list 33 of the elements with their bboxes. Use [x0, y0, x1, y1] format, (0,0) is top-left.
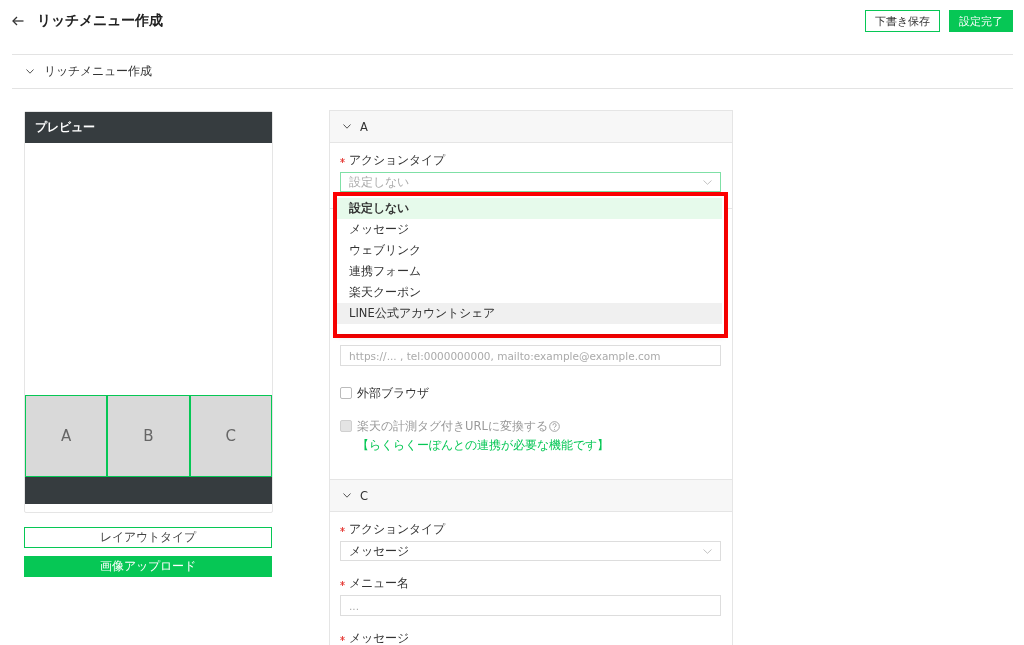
select-field[interactable]: メッセージ [340, 541, 721, 561]
text-field[interactable]: ... [340, 595, 721, 616]
dropdown-option[interactable]: LINE公式アカウントシェア [337, 303, 722, 324]
checkbox-label: 楽天の計測タグ付きURLに変換する [357, 418, 548, 434]
field-label: メニュー名 [349, 575, 409, 591]
chevron-down-icon[interactable] [343, 124, 351, 129]
dropdown-option[interactable]: 連携フォーム [337, 261, 722, 282]
chevron-down-icon [703, 548, 712, 554]
menu-area-tile[interactable]: B [107, 395, 190, 477]
field-label: アクションタイプ [349, 521, 445, 537]
chevron-down-icon[interactable] [343, 493, 351, 498]
dropdown-option[interactable]: メッセージ [337, 219, 722, 240]
field-label: メッセージ [349, 630, 409, 645]
layout-button[interactable]: レイアウトタイプ [24, 527, 272, 548]
dropdown-option[interactable]: ウェブリンク [337, 240, 722, 261]
chevron-down-icon [703, 179, 712, 185]
preview-title: プレビュー [35, 120, 95, 135]
save-draft-button[interactable]: 下書き保存 [865, 10, 940, 32]
checkbox[interactable] [340, 387, 352, 399]
section-header[interactable]: A [330, 111, 732, 143]
dropdown-option[interactable]: 楽天クーポン [337, 282, 722, 303]
section-header[interactable]: C [330, 480, 732, 512]
page-title: リッチメニュー作成 [37, 12, 163, 30]
menu-area-tile[interactable]: C [189, 395, 272, 477]
collapsible-header[interactable]: リッチメニュー作成 [12, 55, 1024, 88]
checkbox-label: 外部ブラウザ [357, 385, 429, 401]
dropdown-option[interactable]: 設定しない [337, 198, 722, 219]
text-field[interactable]: https://... , tel:0000000000, mailto:example@example.com [340, 345, 721, 366]
chevron-down-icon[interactable] [26, 69, 34, 74]
notice-text: 【らくらくーぽんとの連携が必要な機能です】 [357, 438, 609, 453]
back-arrow-icon[interactable] [12, 16, 24, 26]
field-label: アクションタイプ [349, 152, 445, 168]
menu-area-tile[interactable]: A [25, 395, 108, 477]
